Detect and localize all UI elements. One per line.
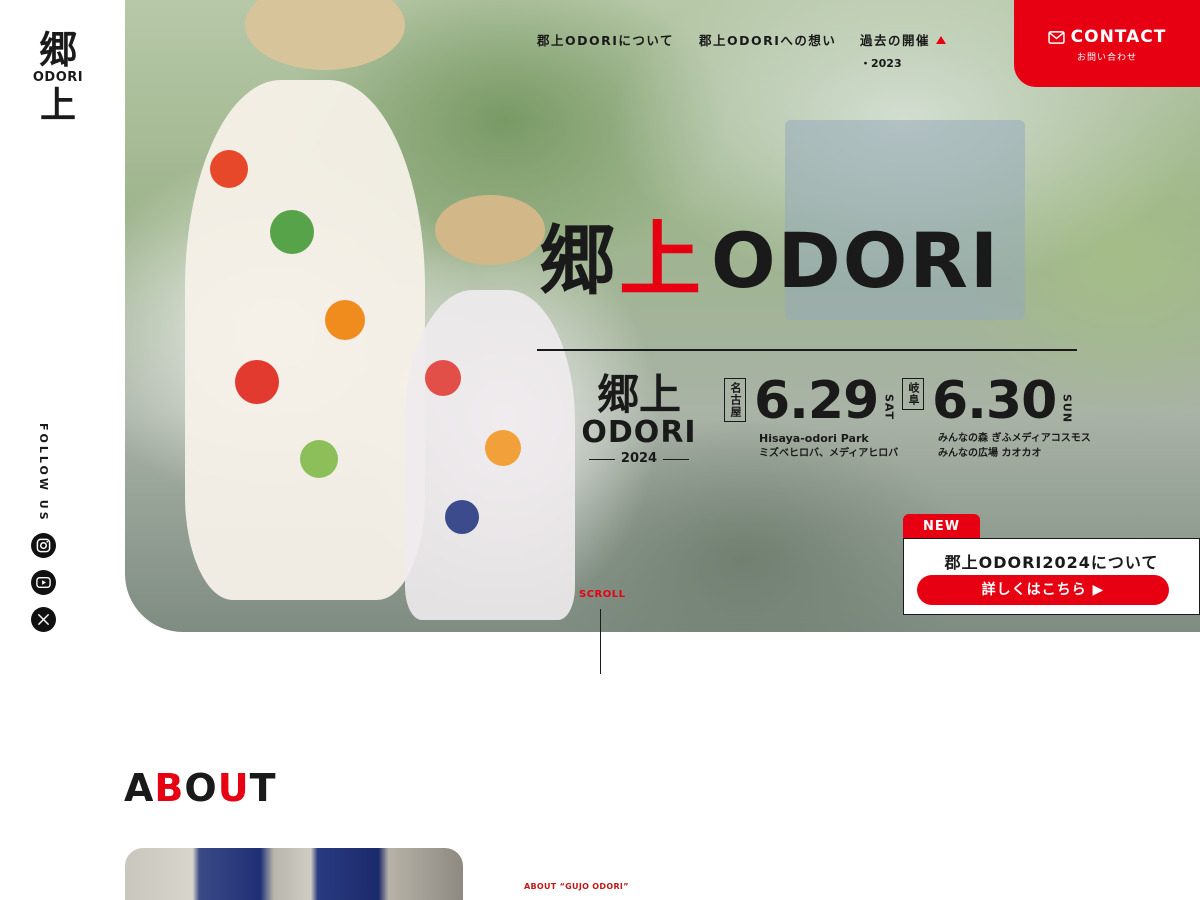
- logo-kanji-top: 郷: [38, 28, 77, 72]
- nav-thoughts[interactable]: 郡上ODORIへの想い: [699, 30, 836, 49]
- news-card: 郡上ODORI2024について 詳しくはこちら ▶: [903, 538, 1200, 615]
- caret-up-icon: [936, 36, 947, 44]
- date-nagoya: 名古屋 6.29 SAT: [724, 374, 927, 428]
- instagram-icon[interactable]: [31, 533, 56, 558]
- event-date: 6.30: [932, 371, 1057, 431]
- youtube-icon[interactable]: [31, 570, 56, 595]
- event-day: SAT: [882, 394, 896, 421]
- pattern-dot: [235, 360, 279, 404]
- event-date: 6.29: [754, 371, 879, 431]
- hat-shape: [435, 195, 545, 265]
- pattern-dot: [210, 150, 248, 188]
- pattern-dot: [425, 360, 461, 396]
- event-logo-kanji: 郷上: [596, 370, 681, 419]
- about-photo: [125, 848, 463, 900]
- pattern-dot: [270, 210, 314, 254]
- contact-sub-label: お問い合わせ: [1076, 53, 1137, 63]
- details-button[interactable]: 詳しくはこちら ▶: [917, 575, 1169, 605]
- scroll-line: [600, 609, 601, 674]
- event-logo-year: 2024: [575, 448, 703, 470]
- venue-nagoya: Hisaya-odori Park ミズベヒロバ、メディアヒロバ: [759, 432, 899, 459]
- nav-about[interactable]: 郡上ODORIについて: [537, 30, 674, 49]
- logo-text: ODORI: [32, 70, 84, 85]
- pattern-dot: [485, 430, 521, 466]
- pattern-dot: [325, 300, 365, 340]
- date-gifu: 岐阜 6.30 SUN: [902, 374, 1089, 428]
- hat-shape: [245, 0, 405, 70]
- event-logo: 郷上 ODORI 2024: [575, 372, 703, 470]
- city-label: 岐阜: [902, 378, 924, 410]
- new-badge: NEW: [903, 514, 980, 539]
- hero-divider: [537, 349, 1077, 351]
- hero-logo-text: ODORI: [711, 216, 1001, 305]
- logo-kanji-bottom: 上: [39, 85, 76, 126]
- pattern-dot: [445, 500, 479, 534]
- follow-us-label: FOLLOW US: [37, 423, 50, 523]
- nav-past-events[interactable]: 過去の開催: [860, 30, 947, 49]
- contact-button[interactable]: CONTACT お問い合わせ: [1014, 0, 1200, 87]
- nav-past-2023[interactable]: ・2023: [860, 55, 902, 71]
- left-rail: 郷 ODORI 上 FOLLOW US: [0, 0, 125, 900]
- about-sub-label: ABOUT “GUJO ODORI”: [524, 882, 629, 891]
- event-day: SUN: [1060, 394, 1074, 424]
- venue-gifu: みんなの森 ぎふメディアコスモス みんなの広場 カオカオ: [938, 433, 1091, 459]
- news-title: 郡上ODORI2024について: [944, 553, 1159, 572]
- site-logo[interactable]: 郷 ODORI 上: [30, 30, 86, 126]
- hero-logo: 郷 上 ODORI: [539, 220, 1000, 302]
- about-heading: ABOUT: [124, 766, 277, 810]
- event-logo-text: ODORI: [581, 415, 697, 450]
- pattern-dot: [300, 440, 338, 478]
- city-label: 名古屋: [724, 378, 746, 422]
- hero-logo-kanji-2: 上: [619, 213, 702, 308]
- scroll-label: SCROLL: [579, 589, 626, 600]
- contact-label: CONTACT: [1070, 27, 1167, 47]
- mail-icon: [1047, 30, 1065, 44]
- hero-logo-kanji-1: 郷: [539, 216, 615, 305]
- x-icon[interactable]: [31, 607, 56, 632]
